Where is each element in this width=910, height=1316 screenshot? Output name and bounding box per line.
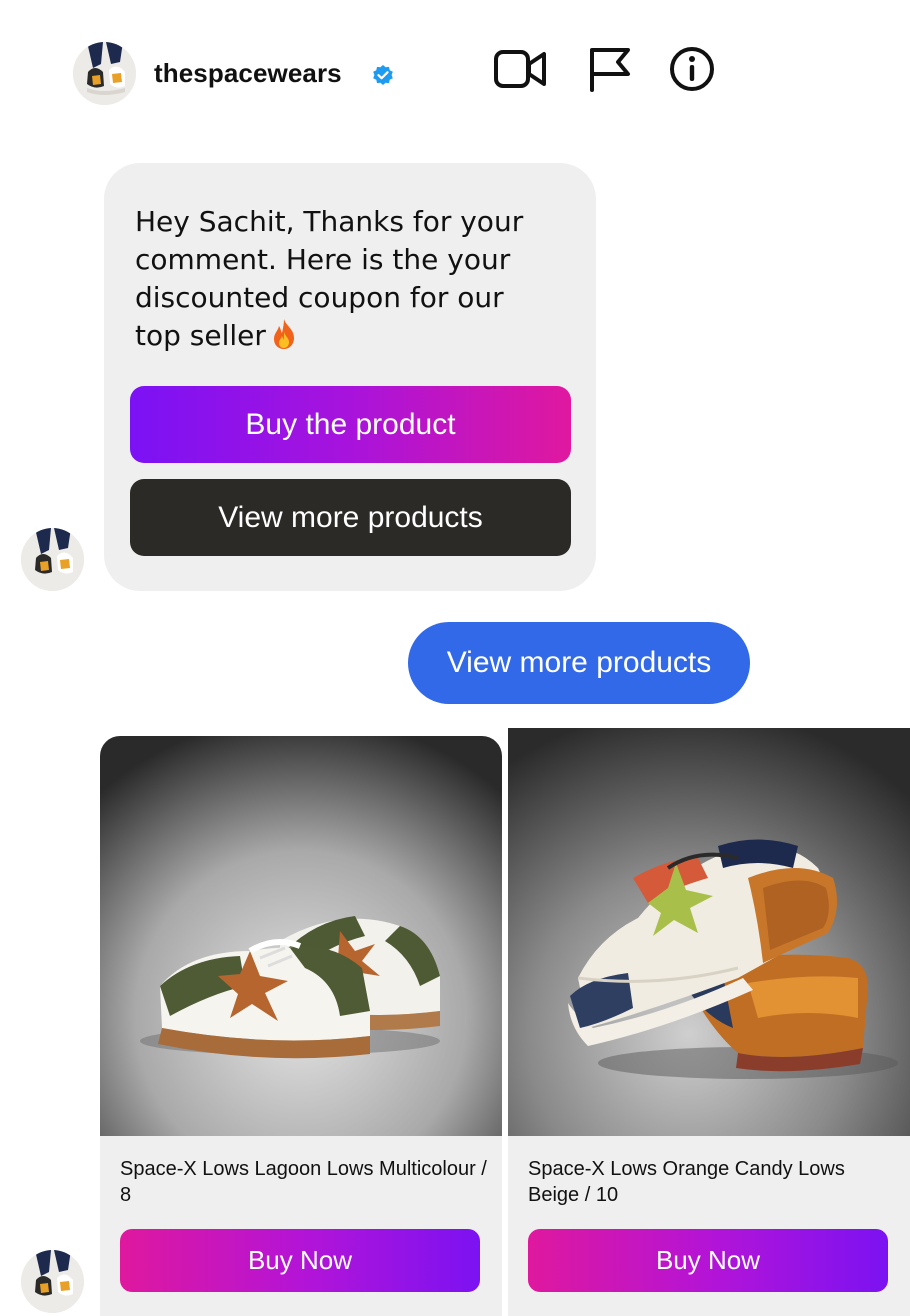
fire-icon bbox=[273, 319, 294, 349]
incoming-message-bubble: Hey Sachit, Thanks for your comment. Her… bbox=[104, 163, 596, 591]
outgoing-message-bubble: View more products bbox=[408, 622, 750, 704]
sender-avatar bbox=[21, 528, 84, 591]
product-card[interactable]: Space-X Lows Lagoon Lows Multicolour / 8… bbox=[100, 736, 502, 1316]
view-more-products-button[interactable]: View more products bbox=[130, 479, 571, 556]
flag-icon[interactable] bbox=[586, 46, 638, 92]
product-title: Space-X Lows Orange Candy Lows Beige / 1… bbox=[528, 1158, 845, 1206]
buy-now-button[interactable]: Buy Now bbox=[120, 1229, 480, 1292]
avatar-image bbox=[21, 1250, 84, 1313]
buy-product-button[interactable]: Buy the product bbox=[130, 386, 571, 463]
profile-avatar[interactable] bbox=[73, 42, 136, 105]
product-title: Space-X Lows Lagoon Lows Multicolour / 8 bbox=[120, 1158, 487, 1206]
verified-badge-icon bbox=[373, 65, 393, 85]
chat-header: thespacewears bbox=[0, 0, 792, 140]
avatar-image bbox=[73, 42, 136, 105]
info-icon[interactable] bbox=[668, 46, 720, 92]
sender-avatar bbox=[21, 1250, 84, 1313]
incoming-message-text: Hey Sachit, Thanks for your comment. Her… bbox=[135, 203, 555, 355]
video-call-icon[interactable] bbox=[494, 46, 546, 92]
buy-now-button[interactable]: Buy Now bbox=[528, 1229, 888, 1292]
chat-username[interactable]: thespacewears bbox=[154, 58, 342, 89]
avatar-image bbox=[21, 528, 84, 591]
message-text: Hey Sachit, Thanks for your comment. Her… bbox=[135, 205, 524, 352]
product-card[interactable]: Space-X Lows Orange Candy Lows Beige / 1… bbox=[508, 728, 910, 1316]
product-image-sneaker-orange bbox=[508, 728, 910, 1136]
product-image-sneaker-green bbox=[100, 736, 502, 1136]
